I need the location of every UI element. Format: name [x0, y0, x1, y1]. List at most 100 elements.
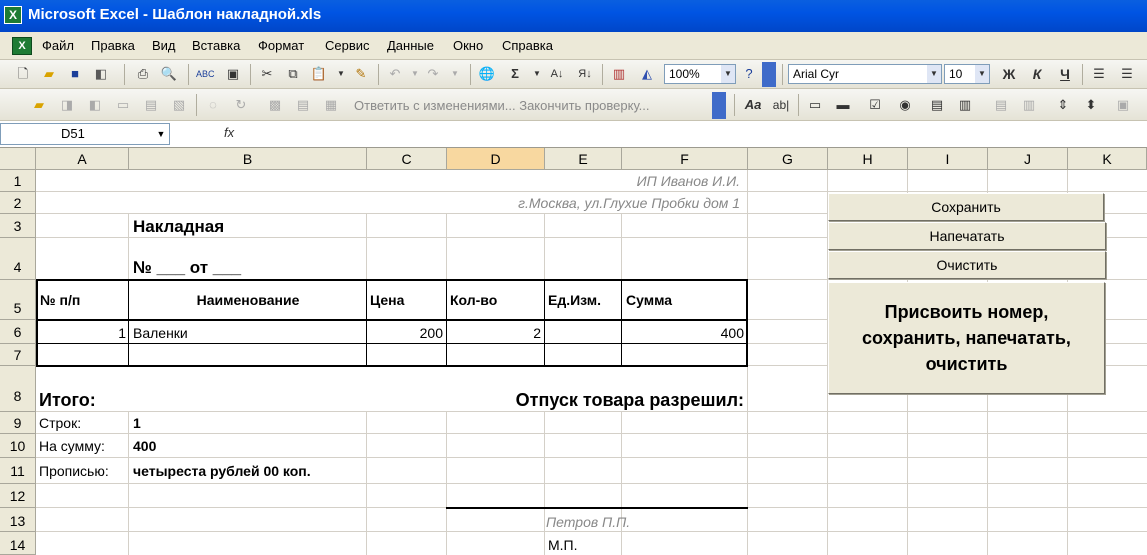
column-header-k[interactable]: K: [1068, 148, 1147, 170]
save-icon[interactable]: ■: [66, 65, 84, 83]
font-size-select[interactable]: 10 ▼: [944, 64, 990, 84]
select-all-corner[interactable]: [0, 148, 36, 170]
show-comment-icon[interactable]: ▭: [114, 96, 132, 114]
row-header-9[interactable]: 9: [0, 412, 36, 434]
row-header-1[interactable]: 1: [0, 170, 36, 192]
row-header-7[interactable]: 7: [0, 344, 36, 366]
copy-icon[interactable]: ⧉: [284, 65, 302, 83]
name-box[interactable]: D51 ▼: [0, 123, 170, 145]
open-icon[interactable]: ▰: [40, 65, 58, 83]
sort-ascending-icon[interactable]: A↓: [548, 65, 566, 83]
excel-app-icon[interactable]: X: [4, 6, 22, 24]
column-header-a[interactable]: A: [36, 148, 129, 170]
new-comment-icon[interactable]: ▰: [30, 96, 48, 114]
scroll-bar-icon[interactable]: ⇕: [1054, 96, 1072, 114]
previous-comment-icon[interactable]: ◨: [58, 96, 76, 114]
align-center-icon[interactable]: ☰: [1118, 65, 1136, 83]
help-icon[interactable]: ?: [740, 65, 758, 83]
menu-format[interactable]: Формат: [258, 38, 304, 53]
accept-change-icon[interactable]: ↻: [232, 96, 250, 114]
send-icon[interactable]: ▤: [294, 96, 312, 114]
delete-comment-icon[interactable]: ▧: [170, 96, 188, 114]
sort-descending-icon[interactable]: Я↓: [576, 65, 594, 83]
button-control-icon[interactable]: ▬: [834, 96, 852, 114]
column-header-d[interactable]: D: [447, 148, 545, 170]
italic-button[interactable]: К: [1028, 65, 1046, 83]
amount-in-words-value[interactable]: четыреста рублей 00 коп.: [133, 463, 311, 479]
undo-icon[interactable]: ↶: [386, 65, 404, 83]
total-sum-value[interactable]: 400: [133, 438, 156, 454]
sheet-icon[interactable]: ▦: [322, 96, 340, 114]
redo-icon[interactable]: ↷: [424, 65, 442, 83]
column-header-e[interactable]: E: [545, 148, 622, 170]
autosum-icon[interactable]: Σ: [506, 65, 524, 83]
item-qty[interactable]: 2: [533, 325, 541, 341]
permission-icon[interactable]: ◧: [92, 65, 110, 83]
track-changes-icon[interactable]: ◌: [204, 96, 222, 114]
combo-box-icon[interactable]: ▥: [956, 96, 974, 114]
combo-dropdown-icon[interactable]: ▥: [1020, 96, 1038, 114]
save-button[interactable]: Сохранить: [828, 193, 1104, 221]
row-header-6[interactable]: 6: [0, 320, 36, 344]
menu-file[interactable]: Файл: [42, 38, 74, 53]
item-name[interactable]: Валенки: [133, 325, 188, 341]
column-header-b[interactable]: B: [129, 148, 367, 170]
clear-button[interactable]: Очистить: [828, 251, 1106, 279]
autosum-dropdown-icon[interactable]: ▼: [528, 65, 546, 83]
cut-icon[interactable]: ✂: [258, 65, 276, 83]
column-header-c[interactable]: C: [367, 148, 447, 170]
control-properties-icon[interactable]: ▣: [1114, 96, 1132, 114]
menu-insert[interactable]: Вставка: [192, 38, 240, 53]
menu-view[interactable]: Вид: [152, 38, 176, 53]
row-header-8[interactable]: 8: [0, 366, 36, 412]
row-header-2[interactable]: 2: [0, 192, 36, 214]
checkbox-control-icon[interactable]: ☑: [866, 96, 884, 114]
menu-data[interactable]: Данные: [387, 38, 434, 53]
column-header-g[interactable]: G: [748, 148, 828, 170]
reject-change-icon[interactable]: ▩: [266, 96, 284, 114]
redo-dropdown-icon[interactable]: ▼: [446, 65, 464, 83]
show-all-comments-icon[interactable]: ▤: [142, 96, 160, 114]
zoom-select[interactable]: 100% ▼: [664, 64, 736, 84]
label-control-icon[interactable]: Aa: [742, 96, 764, 114]
list-box-icon[interactable]: ▤: [928, 96, 946, 114]
research-icon[interactable]: ▣: [224, 65, 242, 83]
row-header-3[interactable]: 3: [0, 214, 36, 238]
option-button-icon[interactable]: ◉: [896, 96, 914, 114]
menu-window[interactable]: Окно: [453, 38, 483, 53]
column-header-f[interactable]: F: [622, 148, 748, 170]
row-header-5[interactable]: 5: [0, 280, 36, 320]
combo-list-icon[interactable]: ▤: [992, 96, 1010, 114]
paste-dropdown-icon[interactable]: ▼: [332, 65, 350, 83]
row-header-10[interactable]: 10: [0, 434, 36, 458]
bold-button[interactable]: Ж: [1000, 65, 1018, 83]
format-painter-icon[interactable]: ✎: [352, 65, 370, 83]
column-header-h[interactable]: H: [828, 148, 908, 170]
row-header-14[interactable]: 14: [0, 532, 36, 555]
row-header-12[interactable]: 12: [0, 484, 36, 508]
drawing-icon[interactable]: ◭: [638, 65, 656, 83]
toolbar-options-icon[interactable]: [712, 92, 726, 119]
assign-save-print-clear-button[interactable]: Присвоить номер, сохранить, напечатать, …: [828, 282, 1105, 394]
workbook-icon[interactable]: X: [12, 37, 32, 55]
group-box-icon[interactable]: ▭: [806, 96, 824, 114]
spinner-icon[interactable]: ⬍: [1082, 96, 1100, 114]
spelling-icon[interactable]: ABC: [196, 65, 215, 83]
menu-help[interactable]: Справка: [502, 38, 553, 53]
rows-count-value[interactable]: 1: [133, 415, 141, 431]
item-price[interactable]: 200: [420, 325, 443, 341]
function-icon[interactable]: fx: [224, 125, 234, 140]
formula-input[interactable]: [246, 123, 1144, 145]
print-icon[interactable]: ⎙: [134, 65, 152, 83]
undo-dropdown-icon[interactable]: ▼: [406, 65, 424, 83]
column-header-i[interactable]: I: [908, 148, 988, 170]
underline-button[interactable]: Ч: [1056, 65, 1074, 83]
chart-wizard-icon[interactable]: ▥: [610, 65, 628, 83]
font-name-select[interactable]: Arial Cyr ▼: [788, 64, 942, 84]
paste-icon[interactable]: 📋: [310, 65, 328, 83]
menu-tools[interactable]: Сервис: [325, 38, 370, 53]
next-comment-icon[interactable]: ◧: [86, 96, 104, 114]
new-icon[interactable]: 🗋: [14, 65, 32, 83]
hyperlink-icon[interactable]: 🌐: [478, 65, 496, 83]
menu-edit[interactable]: Правка: [91, 38, 135, 53]
